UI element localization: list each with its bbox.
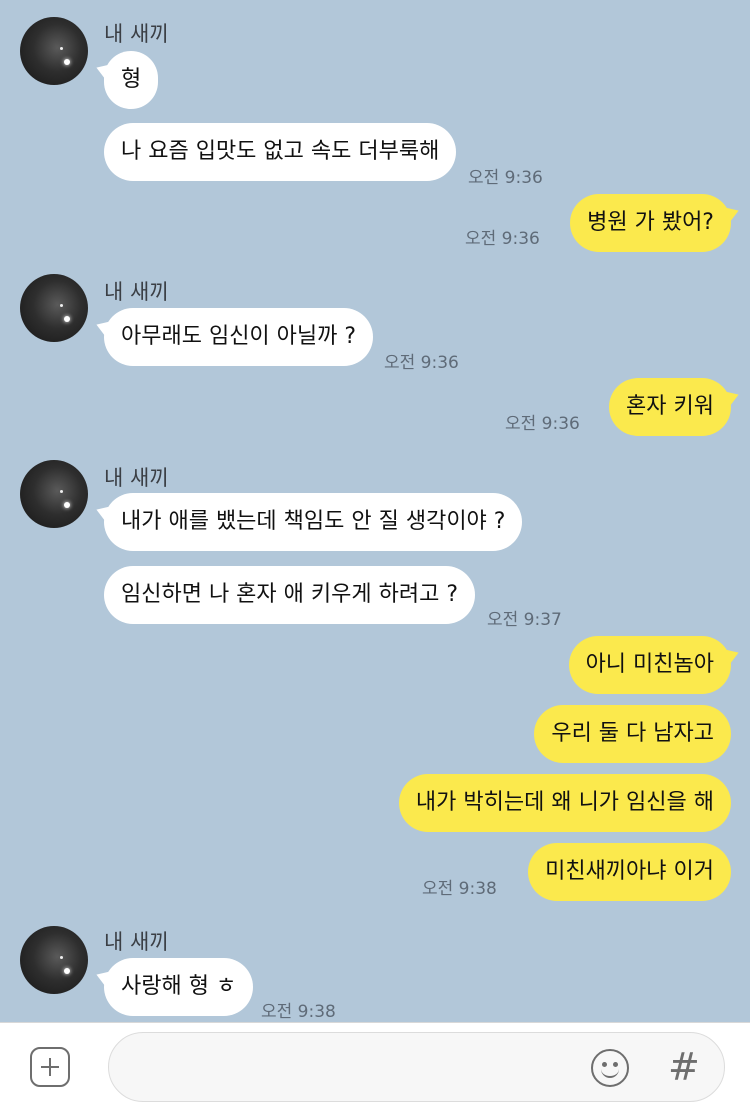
message-incoming[interactable]: 임신하면 나 혼자 애 키우게 하려고 ? (104, 566, 475, 624)
hash-icon[interactable]: # (668, 1045, 700, 1089)
contact-name: 내 새끼 (104, 280, 169, 304)
contact-avatar[interactable] (20, 274, 88, 342)
message-outgoing[interactable]: 우리 둘 다 남자고 (534, 705, 731, 763)
message-incoming[interactable]: 아무래도 임신이 아닐까 ? (104, 308, 374, 366)
message-outgoing[interactable]: 아니 미친놈아 (568, 636, 731, 694)
message-incoming[interactable]: 사랑해 형 ㅎ (104, 958, 254, 1016)
message-outgoing[interactable]: 병원 가 봤어? (570, 194, 731, 252)
message-time: 오전 9:36 (505, 414, 580, 434)
message-outgoing[interactable]: 혼자 키워 (609, 378, 731, 436)
contact-avatar[interactable] (20, 17, 88, 85)
message-input[interactable] (108, 1032, 725, 1102)
contact-avatar[interactable] (20, 926, 88, 994)
message-time: 오전 9:36 (468, 168, 543, 188)
message-time: 오전 9:38 (422, 879, 497, 899)
plus-icon[interactable] (30, 1047, 70, 1087)
message-time: 오전 9:36 (465, 229, 540, 249)
message-time: 오전 9:38 (261, 1002, 336, 1022)
contact-avatar[interactable] (20, 460, 88, 528)
contact-name: 내 새끼 (104, 930, 169, 954)
emoji-icon[interactable] (591, 1049, 629, 1087)
message-incoming[interactable]: 내가 애를 뱄는데 책임도 안 질 생각이야 ? (104, 493, 523, 551)
contact-name: 내 새끼 (104, 466, 169, 490)
message-incoming[interactable]: 나 요즘 입맛도 없고 속도 더부룩해 (104, 123, 457, 181)
input-bar: # (0, 1022, 750, 1112)
message-time: 오전 9:37 (487, 610, 562, 630)
message-outgoing[interactable]: 내가 박히는데 왜 니가 임신을 해 (398, 774, 731, 832)
message-time: 오전 9:36 (384, 353, 459, 373)
chat-area: 내 새끼 형 나 요즘 입맛도 없고 속도 더부룩해 오전 9:36 병원 가 … (0, 0, 750, 1022)
contact-name: 내 새끼 (104, 22, 169, 46)
message-incoming[interactable]: 형 (104, 51, 159, 109)
message-outgoing[interactable]: 미친새끼아냐 이거 (528, 843, 731, 901)
